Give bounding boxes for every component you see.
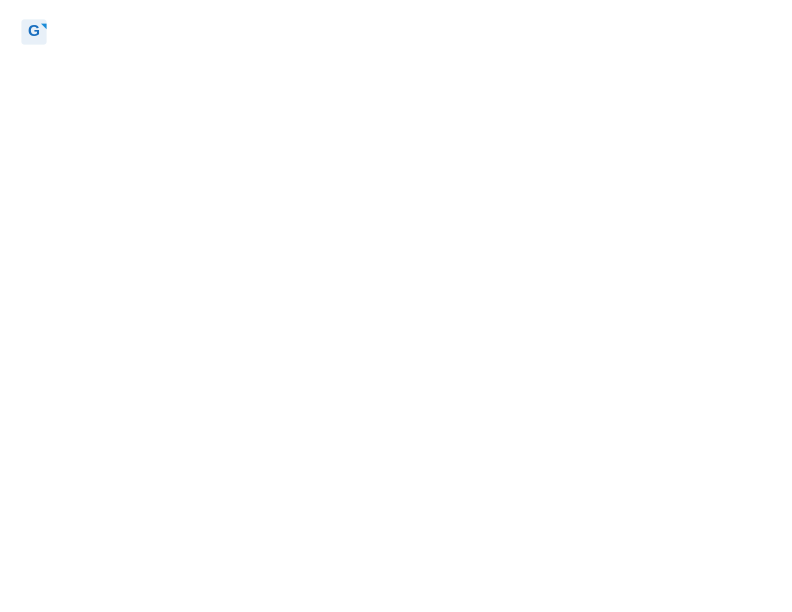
page: G xyxy=(0,0,792,612)
svg-text:G: G xyxy=(28,23,40,40)
header: G xyxy=(20,18,772,46)
calendar xyxy=(20,56,772,600)
logo-icon: G xyxy=(20,18,48,46)
logo: G xyxy=(20,18,52,46)
